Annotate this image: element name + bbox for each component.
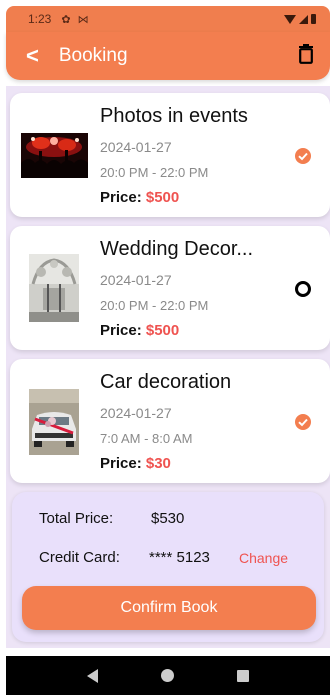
car-decoration-image xyxy=(29,389,79,455)
price-label: Price: xyxy=(100,455,142,472)
booking-card[interactable]: Car decoration 2024-01-27 7:0 AM - 8:0 A… xyxy=(10,359,330,483)
price-value: $500 xyxy=(145,322,180,339)
app-bar: < Booking xyxy=(6,32,330,80)
checked-circle-icon[interactable] xyxy=(294,413,312,431)
battery-icon xyxy=(311,14,316,24)
nav-home-icon[interactable] xyxy=(160,669,174,682)
credit-card-value: **** 5123 xyxy=(149,549,210,566)
booking-time: 7:0 AM - 8:0 AM xyxy=(100,431,193,446)
booking-price: Price: $500 xyxy=(100,322,179,339)
change-card-link[interactable]: Change xyxy=(239,550,288,566)
booking-screen: 1:23 ✿ ⋈ < Booking Photos in events 2024… xyxy=(0,0,330,695)
booking-list: Photos in events 2024-01-27 20:0 PM - 22… xyxy=(6,86,330,648)
cell-signal-icon xyxy=(299,14,308,24)
concert-crowd-image xyxy=(21,133,88,178)
booking-time: 20:0 PM - 22:0 PM xyxy=(100,298,209,313)
nav-recents-icon[interactable] xyxy=(236,669,249,682)
booking-price: Price: $30 xyxy=(100,455,171,472)
wifi-icon xyxy=(284,14,296,24)
order-summary: Total Price: $530 Credit Card: **** 5123… xyxy=(12,492,324,642)
booking-time: 20:0 PM - 22:0 PM xyxy=(100,165,209,180)
booking-name: Car decoration xyxy=(100,371,232,393)
nav-back-icon[interactable] xyxy=(87,668,99,683)
unchecked-circle-icon[interactable] xyxy=(294,280,312,298)
confirm-book-button[interactable]: Confirm Book xyxy=(22,586,316,630)
system-nav-bar xyxy=(6,656,330,695)
booking-card[interactable]: Photos in events 2024-01-27 20:0 PM - 22… xyxy=(10,93,330,217)
price-label: Price: xyxy=(100,322,142,339)
status-indicators xyxy=(284,14,316,24)
total-price-value: $530 xyxy=(151,510,185,527)
booking-date: 2024-01-27 xyxy=(100,139,172,155)
wedding-decor-image xyxy=(29,254,79,322)
credit-card-label: Credit Card: xyxy=(39,549,120,566)
trash-icon[interactable] xyxy=(298,43,314,69)
status-bar: 1:23 ✿ ⋈ xyxy=(6,6,330,32)
mail-status-icon: ⋈ xyxy=(77,13,89,26)
booking-date: 2024-01-27 xyxy=(100,272,172,288)
price-value: $30 xyxy=(145,455,171,472)
price-value: $500 xyxy=(145,189,180,206)
settings-status-icon: ✿ xyxy=(61,13,71,26)
back-icon[interactable]: < xyxy=(26,43,39,69)
booking-date: 2024-01-27 xyxy=(100,405,172,421)
total-price-label: Total Price: xyxy=(39,510,114,527)
status-time: 1:23 xyxy=(28,12,52,26)
page-title: Booking xyxy=(58,45,128,66)
booking-name: Wedding Decor... xyxy=(100,238,254,260)
booking-price: Price: $500 xyxy=(100,189,179,206)
booking-card[interactable]: Wedding Decor... 2024-01-27 20:0 PM - 22… xyxy=(10,226,330,350)
booking-name: Photos in events xyxy=(100,105,248,127)
checked-circle-icon[interactable] xyxy=(294,147,312,165)
price-label: Price: xyxy=(100,189,142,206)
